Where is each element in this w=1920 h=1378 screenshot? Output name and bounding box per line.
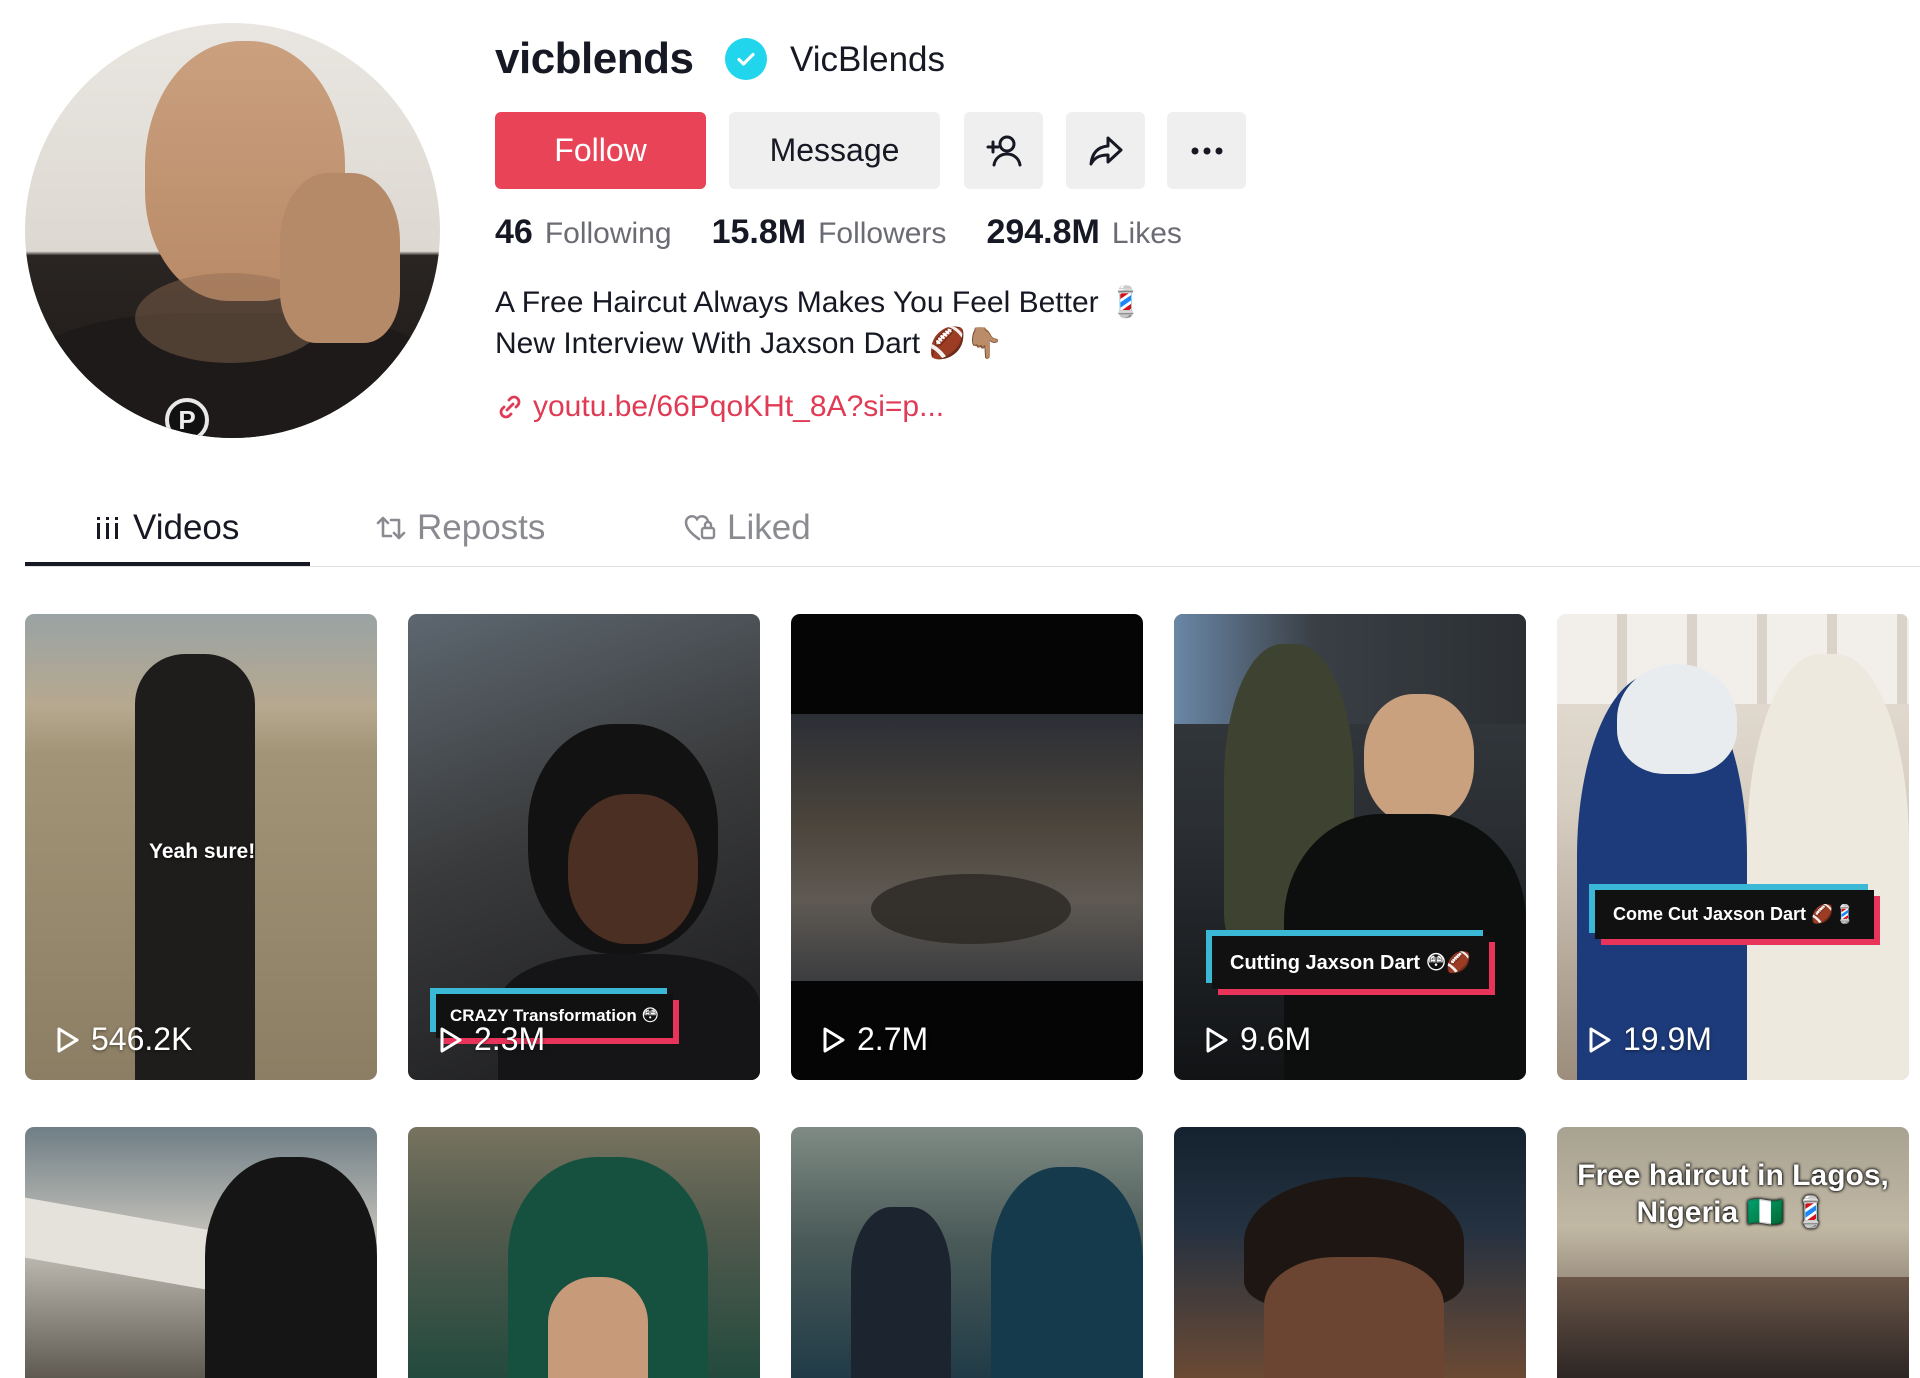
video-caption: Come Cut Jaxson Dart 🏈💈 [1595,890,1874,939]
view-count: 2.7M [821,1021,928,1058]
tab-reposts[interactable]: Reposts [375,498,545,558]
bio-line: New Interview With Jaxson Dart 🏈👇🏽 [495,327,1004,360]
play-icon [57,1027,79,1052]
play-icon [823,1027,845,1052]
grid-icon [97,517,118,539]
share-icon [1089,136,1122,165]
thumbnail-figure [135,654,255,1080]
link-icon [499,395,521,419]
likes-label: Likes [1111,217,1182,250]
thumbnail-face [1264,1257,1444,1378]
video-card[interactable]: 2.7M [791,614,1143,1080]
profile-tabs: Videos Reposts Liked [25,490,1920,567]
follow-button[interactable]: Follow [495,112,706,189]
avatar-pendant: P [165,398,209,438]
video-caption: Free haircut in Lagos, Nigeria 🇳🇬 💈 [1577,1159,1889,1229]
thumbnail-person [1747,654,1909,1080]
followers-label[interactable]: Followers [818,217,946,251]
play-icon [1589,1027,1611,1052]
profile-username: vicblends [495,34,694,83]
tab-videos[interactable]: Videos [93,498,239,558]
add-user-icon [986,135,1021,166]
thumbnail-crowd [1557,1277,1909,1378]
thumbnail-wall [1174,614,1526,724]
profile-display-name: VicBlends [790,40,946,79]
thumbnail-client [1364,694,1474,824]
video-card[interactable] [25,1127,377,1378]
tab-label: Reposts [417,508,546,547]
video-card[interactable]: CRAZY Transformation 😳 2.3M [408,614,760,1080]
more-icon [1191,147,1222,154]
bio-line: A Free Haircut Always Makes You Feel Bet… [495,286,1145,319]
view-count: 9.6M [1204,1021,1311,1058]
profile-avatar[interactable]: P [25,23,440,438]
view-count-text: 2.7M [857,1021,929,1057]
view-count-text: 2.3M [474,1021,546,1057]
view-count: 19.9M [1587,1021,1712,1058]
followers-count[interactable]: 15.8M [712,213,807,252]
message-button[interactable]: Message [729,112,940,189]
suggested-accounts-button[interactable] [964,112,1043,189]
tab-label: Videos [133,508,240,547]
view-count-text: 9.6M [1240,1021,1312,1057]
repost-icon [376,516,406,540]
thumbnail-barber [991,1167,1143,1378]
following-count[interactable]: 46 [495,213,533,252]
video-card[interactable]: Cutting Jaxson Dart 😳🏈 9.6M [1174,614,1526,1080]
avatar-hand [280,173,400,343]
thumbnail-barber [205,1157,377,1378]
share-profile-button[interactable] [1066,112,1145,189]
video-caption: Yeah sure! [149,840,256,863]
tab-label: Liked [727,508,811,547]
view-count: 546.2K [55,1021,192,1058]
thumbnail-face [568,794,698,944]
more-options-button[interactable] [1167,112,1246,189]
thumbnail-kid [851,1207,951,1378]
video-card[interactable] [791,1127,1143,1378]
verified-badge-icon [725,38,767,80]
play-icon [440,1027,462,1052]
video-card[interactable]: Free haircut in Lagos, Nigeria 🇳🇬 💈 [1557,1127,1909,1378]
thumbnail-client [548,1277,648,1378]
play-icon [1206,1027,1228,1052]
view-count-text: 19.9M [1623,1021,1712,1057]
thumbnail-mark [871,874,1071,944]
profile-stats: 46 Following 15.8M Followers 294.8M Like… [495,213,1222,252]
video-card[interactable] [408,1127,760,1378]
profile-link[interactable]: youtu.be/66PqoKHt_8A?si=p... [495,390,944,424]
following-label[interactable]: Following [545,217,672,251]
view-count-text: 546.2K [91,1021,193,1057]
heart-lock-icon [684,515,716,541]
profile-bio: A Free Haircut Always Makes You Feel Bet… [495,282,1144,364]
thumbnail-helmet [1617,664,1737,774]
video-caption: Cutting Jaxson Dart 😳🏈 [1212,936,1490,989]
video-card[interactable]: Yeah sure! 546.2K [25,614,377,1080]
tab-liked[interactable]: Liked [683,498,811,558]
video-card[interactable] [1174,1127,1526,1378]
active-tab-indicator [25,562,310,566]
view-count: 2.3M [438,1021,545,1058]
likes-count: 294.8M [986,213,1100,251]
profile-link-text[interactable]: youtu.be/66PqoKHt_8A?si=p... [533,390,944,424]
video-card[interactable]: Come Cut Jaxson Dart 🏈💈 19.9M [1557,614,1909,1080]
